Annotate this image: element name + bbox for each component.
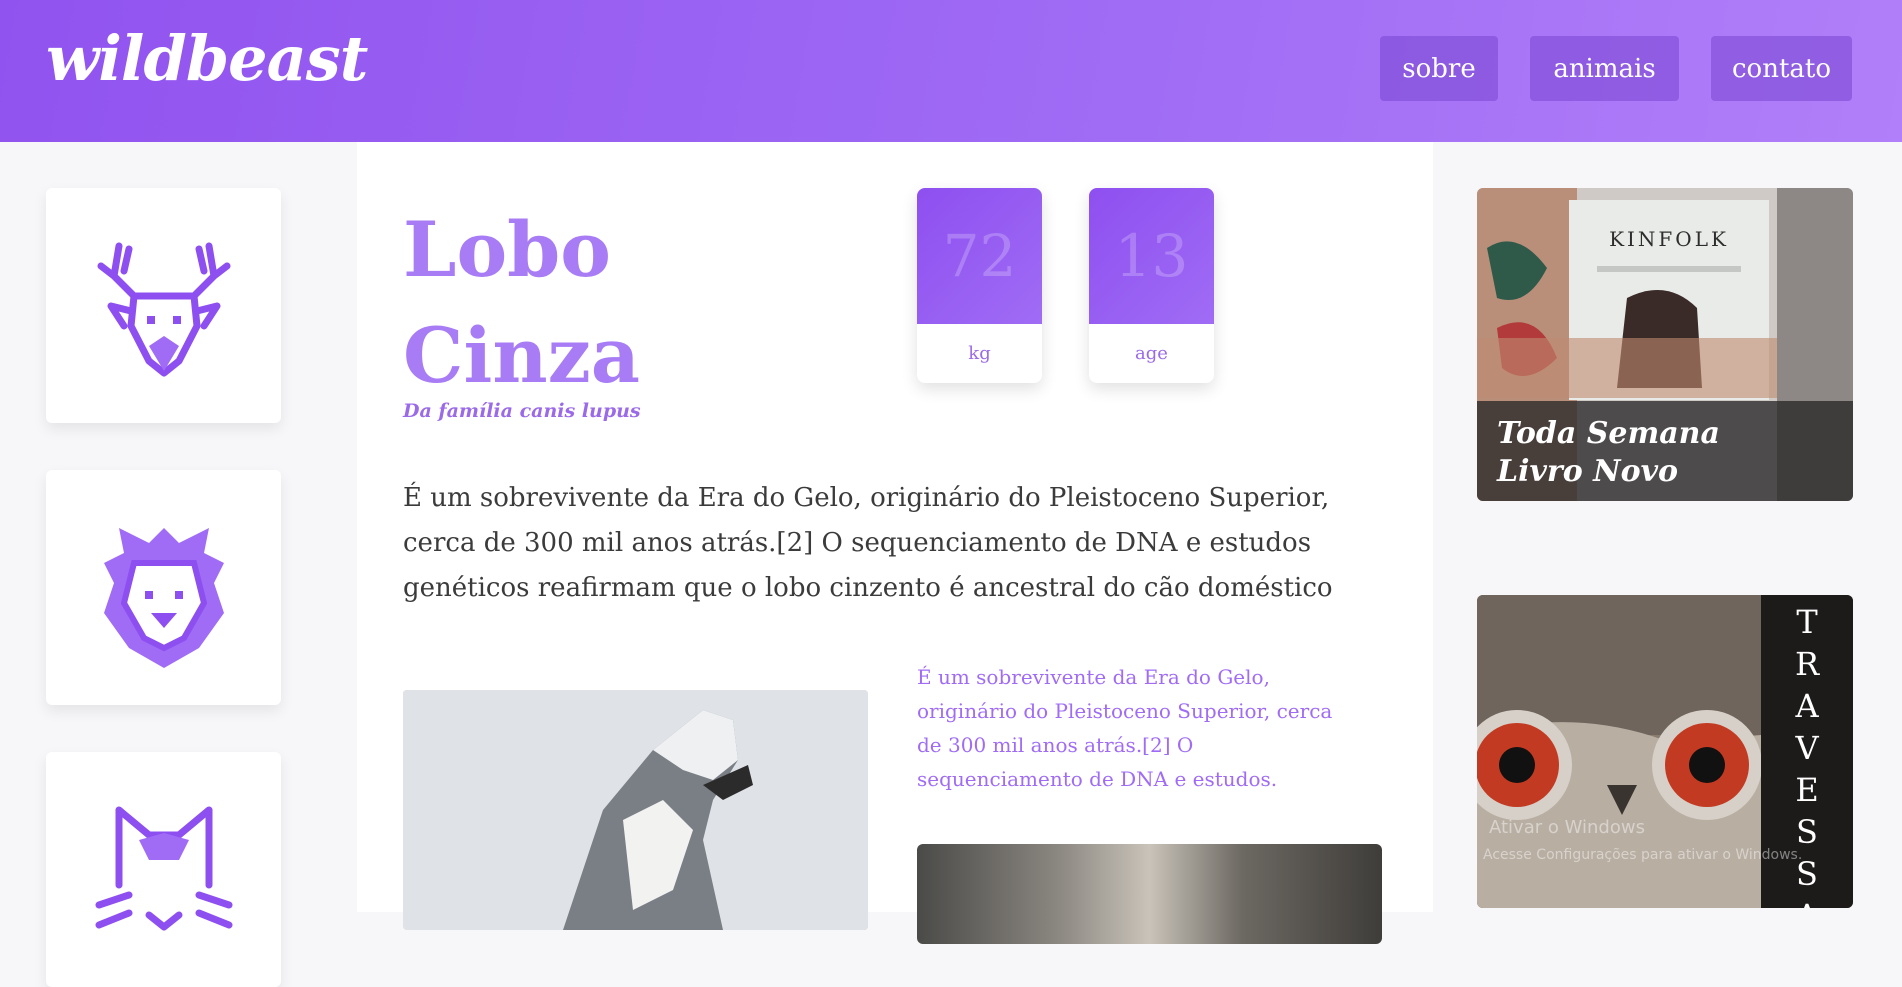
stat-weight-value: 72 bbox=[917, 188, 1042, 324]
right-sidebar: KINFOLK Toda Semana Livro Novo T R A V E… bbox=[1433, 142, 1902, 912]
promo-caption-line-1: Toda Semana bbox=[1497, 416, 1720, 451]
ad-letter: A bbox=[1795, 895, 1818, 908]
animal-card-lion[interactable] bbox=[46, 470, 281, 705]
ad-letter: E bbox=[1795, 771, 1819, 809]
travessa-ad-card[interactable]: T R A V E S S A Ativar o Windows Acesse … bbox=[1477, 595, 1853, 908]
nav-contato-button[interactable]: contato bbox=[1711, 36, 1852, 101]
ad-letter: V bbox=[1795, 729, 1819, 767]
animal-intro: É um sobrevivente da Era do Gelo, origin… bbox=[403, 483, 1333, 603]
stat-weight-label: kg bbox=[968, 343, 991, 364]
animal-card-cat[interactable] bbox=[46, 752, 281, 987]
stat-age: 13 age bbox=[1089, 188, 1214, 383]
promo-caption-line-2: Livro Novo bbox=[1497, 454, 1679, 489]
wolf-forest-photo bbox=[917, 844, 1382, 944]
ad-letter: T bbox=[1796, 603, 1818, 641]
title-line-1: Lobo bbox=[403, 205, 611, 294]
windows-watermark-text: Acesse Configurações para ativar o Windo… bbox=[1483, 847, 1803, 863]
nav-animais-button[interactable]: animais bbox=[1530, 36, 1679, 101]
windows-watermark-title: Ativar o Windows bbox=[1489, 817, 1645, 838]
book-promo-card[interactable]: KINFOLK Toda Semana Livro Novo bbox=[1477, 188, 1853, 501]
deer-icon bbox=[97, 242, 230, 376]
animal-card-deer[interactable] bbox=[46, 188, 281, 423]
animal-title: Lobo Cinza bbox=[403, 197, 640, 409]
animal-subtitle: Da família canis lupus bbox=[403, 400, 641, 422]
ad-letter: A bbox=[1795, 687, 1819, 725]
stat-weight: 72 kg bbox=[917, 188, 1042, 383]
nav-sobre-button[interactable]: sobre bbox=[1380, 36, 1498, 101]
animal-side-text: É um sobrevivente da Era do Gelo, origin… bbox=[917, 665, 1333, 791]
promo-caption: Toda Semana Livro Novo bbox=[1477, 401, 1853, 501]
title-line-2: Cinza bbox=[403, 311, 641, 400]
lion-icon bbox=[103, 527, 224, 668]
main-content: Lobo Cinza Da família canis lupus 72 kg … bbox=[357, 142, 1433, 944]
magazine-title: KINFOLK bbox=[1609, 227, 1729, 251]
site-logo[interactable]: wildbeast bbox=[46, 22, 368, 95]
stat-age-value: 13 bbox=[1089, 188, 1214, 324]
wolf-image bbox=[403, 690, 868, 930]
cat-icon bbox=[95, 806, 232, 930]
animal-sidebar bbox=[0, 142, 357, 987]
ad-letter: R bbox=[1794, 645, 1820, 683]
wolf-howling-photo bbox=[403, 690, 868, 930]
site-header: wildbeast sobre animais contato bbox=[0, 0, 1902, 142]
stat-age-label: age bbox=[1135, 343, 1168, 364]
